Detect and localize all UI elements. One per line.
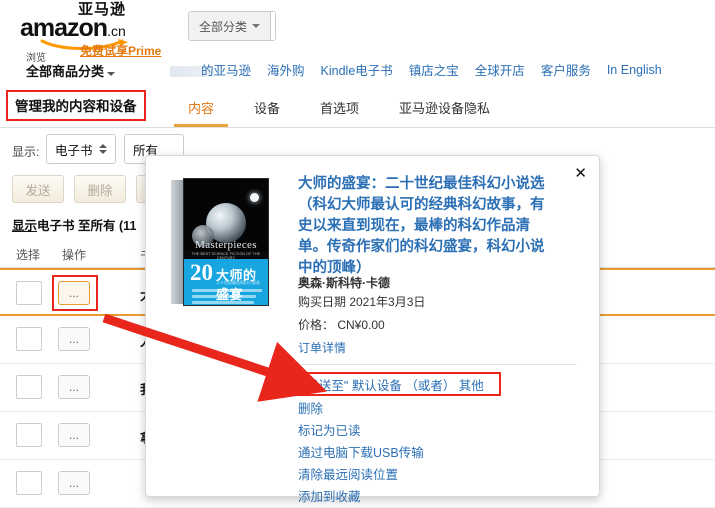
nav-item-label: 的亚马逊 (201, 64, 252, 78)
book-spine (171, 180, 183, 304)
popup-book-title[interactable]: 大师的盛宴：二十世纪最佳科幻小说选（科幻大师最认可的经典科幻故事，有史以来直到现… (298, 174, 557, 279)
tab-devices[interactable]: 设备 (234, 94, 300, 127)
chevron-down-icon (252, 24, 261, 28)
column-header-select: 选择 (16, 248, 41, 262)
nav-item-customer-service[interactable]: 客户服务 (541, 60, 591, 79)
moon-icon (250, 193, 259, 202)
content-type-select[interactable]: 电子书 (46, 134, 116, 164)
nav-item-in-english[interactable]: In English (607, 63, 662, 77)
popup-book-author: 奥森·斯科特·卡德 (298, 276, 390, 290)
cover-blue-band: 20 大师的盛宴 二十世纪最佳科幻小说选 (184, 259, 268, 305)
filter-label: 显示: (12, 145, 40, 159)
tab-preferences[interactable]: 首选项 (300, 94, 379, 127)
summary-count: (11 (119, 219, 137, 233)
nav-item-global-store[interactable]: 全球开店 (475, 60, 525, 79)
summary-type: 电子书 (37, 219, 75, 233)
content-type-value: 电子书 (55, 143, 93, 158)
menu-item-send-to[interactable]: "发送至" 默认设备 （或者） 其他 (298, 374, 488, 398)
cover-text-lines (192, 289, 262, 305)
nav-row: 浏览 全部商品分类 的亚马逊 海外购 Kindle电子书 镇店之宝 全球开店 客… (0, 53, 715, 90)
column-header-action: 操作 (62, 248, 87, 262)
tab-content[interactable]: 内容 (168, 94, 234, 127)
menu-item-delete[interactable]: 删除 (298, 398, 488, 420)
main-nav-links: 的亚马逊 海外购 Kindle电子书 镇店之宝 全球开店 客户服务 In Eng… (170, 60, 715, 79)
row-checkbox[interactable] (16, 281, 42, 305)
page-title: 管理我的内容和设备 (6, 90, 146, 121)
popup-divider (298, 364, 577, 365)
menu-item-usb-download[interactable]: 通过电脑下载USB传输 (298, 442, 488, 464)
send-button[interactable]: 发送 (12, 175, 64, 203)
row-action-button[interactable]: ... (58, 471, 90, 495)
result-summary-text: 显示电子书 至所有 (11 (12, 215, 136, 234)
nav-item-overseas[interactable]: 海外购 (267, 60, 305, 79)
browse-title: 全部商品分类 (26, 64, 116, 79)
site-header: 亚马逊 amazon.cn 免费试享Prime 全部分类 (0, 0, 715, 58)
row-checkbox[interactable] (16, 423, 42, 447)
search-category-label: 全部分类 (199, 19, 248, 34)
delete-button[interactable]: 删除 (74, 175, 126, 203)
tab-device-privacy[interactable]: 亚马逊设备隐私 (379, 94, 510, 127)
tabs: 内容 设备 首选项 亚马逊设备隐私 (168, 94, 510, 127)
row-action-button[interactable]: ... (58, 423, 90, 447)
row-checkbox[interactable] (16, 471, 42, 495)
row-checkbox[interactable] (16, 375, 42, 399)
browse-label: 浏览 (26, 53, 46, 64)
amazon-logo[interactable]: 亚马逊 amazon.cn 免费试享Prime (18, 2, 168, 58)
book-detail-popup: ✕ Masterpieces THE BEST SCIENCE FICTION … (145, 155, 600, 504)
stepper-icon (98, 144, 107, 154)
row-checkbox[interactable] (16, 327, 42, 351)
popup-action-menu: "发送至" 默认设备 （或者） 其他 删除 标记为已读 通过电脑下载USB传输 … (298, 374, 488, 508)
search-input[interactable] (271, 12, 276, 40)
search-category-dropdown[interactable]: 全部分类 (189, 12, 272, 40)
popup-price: 价格： CN¥0.00 (298, 318, 385, 332)
row-action-button[interactable]: ... (58, 281, 90, 305)
browse-title-text: 全部商品分类 (26, 64, 105, 79)
book-cover-image: Masterpieces THE BEST SCIENCE FICTION OF… (171, 178, 269, 306)
cover-subtitle-cn: 二十世纪最佳科幻小说选 (216, 280, 260, 285)
chevron-down-icon (107, 72, 116, 76)
nav-item-kindle[interactable]: Kindle电子书 (321, 60, 393, 79)
cover-title-en: Masterpieces (195, 239, 257, 251)
order-details-link[interactable]: 订单详情 (298, 339, 346, 356)
menu-item-mark-as-read[interactable]: 标记为已读 (298, 420, 488, 442)
row-action-button[interactable]: ... (58, 375, 90, 399)
search-bar[interactable]: 全部分类 (188, 11, 277, 41)
tab-strip: 管理我的内容和设备 内容 设备 首选项 亚马逊设备隐私 (0, 90, 715, 128)
popup-purchase-date: 购买日期 2021年3月3日 (298, 295, 426, 309)
menu-item-clear-furthest-position[interactable]: 清除最远阅读位置 (298, 464, 488, 486)
summary-prefix: 显示 (12, 219, 38, 233)
logo-tld-text: .cn (107, 23, 126, 39)
row-action-button[interactable]: ... (58, 327, 90, 351)
summary-scope: 至所有 (78, 219, 116, 233)
close-icon[interactable]: ✕ (574, 164, 587, 182)
browse-all-categories[interactable]: 浏览 全部商品分类 (26, 53, 116, 79)
book-front-cover: Masterpieces THE BEST SCIENCE FICTION OF… (183, 178, 269, 306)
cover-number: 20 (190, 260, 213, 285)
nav-item-my-amazon[interactable]: 的亚马逊 (170, 60, 251, 79)
nav-item-deals[interactable]: 镇店之宝 (409, 60, 459, 79)
